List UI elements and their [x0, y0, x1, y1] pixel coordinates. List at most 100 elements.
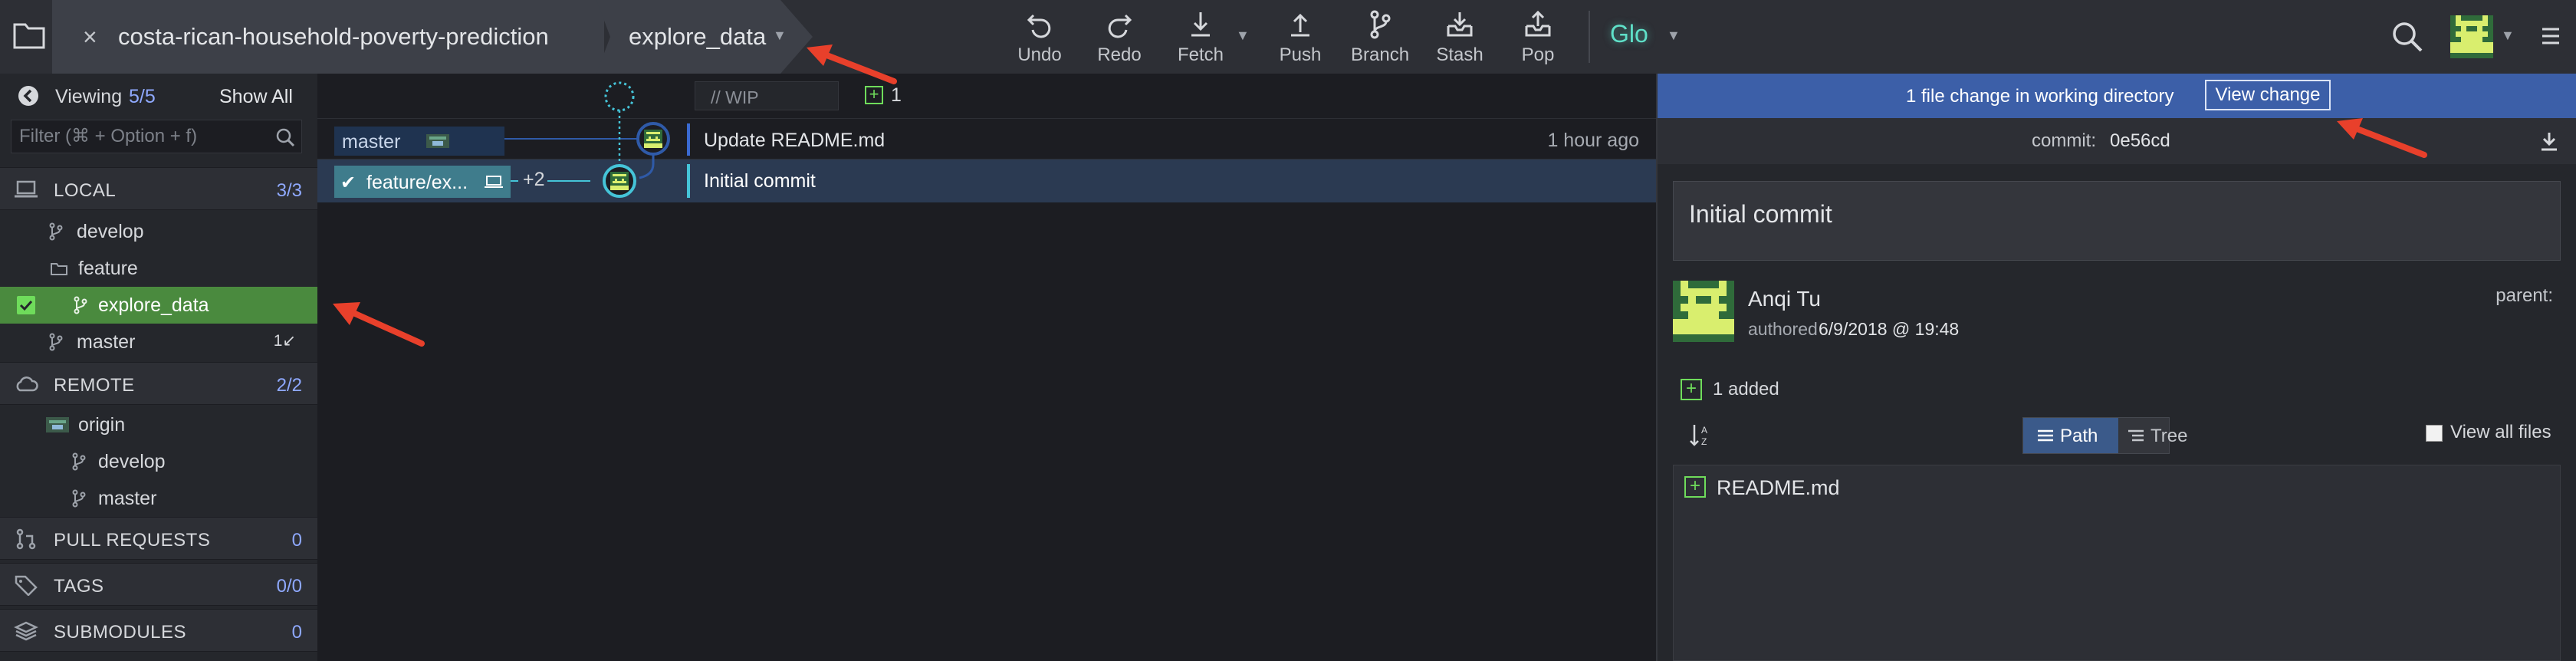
- hamburger-menu-icon[interactable]: [2541, 26, 2561, 46]
- section-submodules-title: SUBMODULES: [54, 622, 187, 643]
- commit-time: 1 hour ago: [1547, 130, 1639, 151]
- redo-button[interactable]: Redo: [1095, 9, 1144, 66]
- pop-button[interactable]: Pop: [1516, 9, 1559, 66]
- download-icon[interactable]: [2539, 130, 2559, 152]
- sidebar-item-label: develop: [98, 451, 166, 472]
- avatar[interactable]: [2450, 15, 2493, 58]
- file-view-toggle: Path Tree: [2022, 417, 2187, 454]
- redo-icon: [1108, 14, 1132, 38]
- push-label: Push: [1279, 44, 1322, 65]
- view-change-button[interactable]: View change: [2205, 80, 2331, 110]
- banner-text: 1 file change in working directory: [1906, 86, 2174, 107]
- commit-message-box[interactable]: Initial commit: [1673, 181, 2561, 261]
- left-sidebar: Viewing 5/5 Show All LOCAL 3/3 develop f…: [0, 74, 317, 661]
- branch-icon: [74, 296, 87, 314]
- behind-count-badge: 1↙: [273, 332, 296, 350]
- sidebar-item-explore-data[interactable]: explore_data: [0, 287, 317, 324]
- view-all-files-label[interactable]: View all files: [2450, 422, 2551, 443]
- sidebar-item-label: master: [98, 488, 157, 509]
- list-icon: [2038, 429, 2053, 442]
- branch-icon: [1370, 10, 1391, 39]
- search-icon: [276, 128, 295, 147]
- path-label: Path: [2060, 426, 2098, 446]
- push-button[interactable]: Push: [1276, 9, 1325, 66]
- sidebar-item-origin[interactable]: origin: [0, 406, 317, 443]
- commit-message: Update README.md: [704, 130, 886, 151]
- added-file-icon: +: [1684, 476, 1706, 498]
- folder-icon[interactable]: [12, 20, 46, 51]
- filter-field[interactable]: [11, 120, 302, 153]
- current-branch-name[interactable]: explore_data: [629, 23, 766, 51]
- file-list: + README.md: [1673, 465, 2561, 661]
- section-pull-requests[interactable]: PULL REQUESTS 0: [0, 517, 317, 560]
- push-icon: [1291, 13, 1309, 37]
- svg-text:A: A: [1701, 425, 1707, 436]
- section-local[interactable]: LOCAL 3/3: [0, 167, 317, 210]
- section-remote[interactable]: REMOTE 2/2: [0, 362, 317, 405]
- sidebar-item-master[interactable]: master 1↙: [0, 324, 317, 360]
- section-pull-requests-title: PULL REQUESTS: [54, 530, 211, 551]
- commit-graph: // WIP + 1 master Update README.md 1 hou…: [317, 74, 1656, 661]
- redo-label: Redo: [1097, 44, 1142, 65]
- back-arrow-icon[interactable]: [17, 84, 40, 107]
- view-all-files-checkbox[interactable]: [2426, 425, 2443, 442]
- folder-icon: [51, 263, 67, 275]
- commit-node-avatar[interactable]: [636, 122, 670, 156]
- section-tags-title: TAGS: [54, 576, 104, 597]
- filter-input[interactable]: [19, 125, 264, 148]
- pull-request-icon: [16, 528, 36, 550]
- commit-sha[interactable]: 0e56cd: [2110, 130, 2170, 152]
- branch-icon: [72, 489, 86, 508]
- undo-button[interactable]: Undo: [1015, 9, 1064, 66]
- tree-view-button[interactable]: Tree: [2118, 418, 2216, 453]
- section-submodules[interactable]: SUBMODULES 0: [0, 609, 317, 652]
- section-tags[interactable]: TAGS 0/0: [0, 563, 317, 606]
- undo-label: Undo: [1017, 44, 1062, 65]
- viewing-header: Viewing 5/5 Show All: [0, 74, 317, 117]
- section-pull-requests-count: 0: [291, 530, 302, 551]
- sidebar-item-develop[interactable]: develop: [0, 213, 317, 250]
- svg-text:Z: Z: [1701, 436, 1707, 447]
- search-icon[interactable]: [2390, 20, 2424, 54]
- working-directory-banner: 1 file change in working directory View …: [1658, 74, 2576, 118]
- branch-selector[interactable]: explore_data ▼: [596, 0, 813, 74]
- top-toolbar: × costa-rican-household-poverty-predicti…: [0, 0, 2576, 74]
- added-file-icon: +: [1681, 379, 1702, 400]
- show-all-button[interactable]: Show All: [219, 86, 293, 108]
- commit-message: Initial commit: [1689, 200, 1832, 228]
- commit-message: Initial commit: [704, 170, 816, 192]
- author-avatar: [1673, 281, 1734, 342]
- chevron-down-icon[interactable]: ▼: [773, 28, 787, 44]
- sort-alpha-icon[interactable]: AZ: [1688, 422, 1714, 448]
- glo-button[interactable]: Glo: [1610, 20, 1648, 48]
- section-local-count: 3/3: [276, 180, 302, 201]
- fetch-button[interactable]: Fetch: [1173, 9, 1228, 66]
- repo-tab[interactable]: × costa-rican-household-poverty-predicti…: [52, 0, 633, 74]
- sidebar-item-remote-develop[interactable]: develop: [0, 443, 317, 480]
- list-item[interactable]: + README.md: [1674, 465, 2561, 507]
- commit-node-avatar[interactable]: [603, 164, 636, 198]
- sidebar-item-label: master: [77, 331, 136, 353]
- branch-label: Branch: [1351, 44, 1410, 65]
- sidebar-item-feature[interactable]: feature: [0, 250, 317, 287]
- chevron-down-icon[interactable]: ▼: [1667, 28, 1681, 44]
- chevron-down-icon[interactable]: ▼: [2501, 28, 2515, 44]
- branch-button[interactable]: Branch: [1351, 9, 1409, 66]
- sidebar-item-remote-master[interactable]: master: [0, 480, 317, 517]
- parent-label: parent:: [2496, 285, 2553, 306]
- wip-placeholder: // WIP: [711, 87, 759, 107]
- annotation-arrow-icon: [333, 302, 425, 347]
- repo-name[interactable]: costa-rican-household-poverty-prediction: [118, 23, 549, 51]
- checked-checkbox[interactable]: [17, 296, 35, 314]
- tree-label: Tree: [2150, 426, 2188, 446]
- undo-icon: [1027, 14, 1051, 38]
- toolbar-divider: [1589, 11, 1590, 63]
- path-view-button[interactable]: Path: [2023, 418, 2118, 453]
- branch-icon: [49, 333, 63, 351]
- sidebar-item-label: develop: [77, 221, 144, 242]
- added-summary: 1 added: [1713, 379, 1779, 400]
- fetch-options-chevron-icon[interactable]: ▼: [1236, 28, 1250, 44]
- stash-button[interactable]: Stash: [1435, 9, 1484, 66]
- layers-icon: [14, 621, 38, 641]
- close-icon[interactable]: ×: [83, 21, 97, 52]
